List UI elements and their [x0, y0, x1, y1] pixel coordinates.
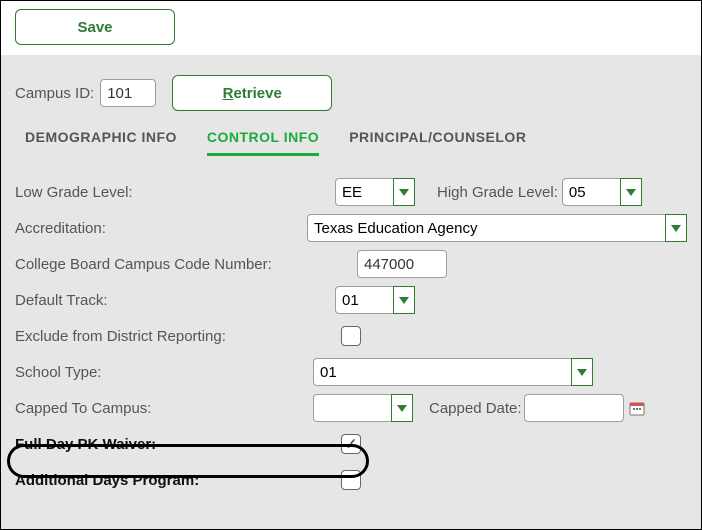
capped-to-campus-label: Capped To Campus:	[15, 400, 313, 417]
high-grade-dropdown[interactable]	[620, 178, 642, 206]
accreditation-dropdown[interactable]	[665, 214, 687, 242]
low-grade-dropdown[interactable]	[393, 178, 415, 206]
capped-to-campus-dropdown[interactable]	[391, 394, 413, 422]
tab-control-info[interactable]: CONTROL INFO	[207, 129, 319, 156]
default-track-input[interactable]	[335, 286, 393, 314]
high-grade-label: High Grade Level:	[437, 184, 558, 201]
college-board-label: College Board Campus Code Number:	[15, 256, 357, 273]
tab-principal-counselor[interactable]: PRINCIPAL/COUNSELOR	[349, 129, 526, 156]
campus-id-input[interactable]	[100, 79, 156, 107]
low-grade-label: Low Grade Level:	[15, 184, 335, 201]
capped-date-label: Capped Date:	[429, 400, 522, 417]
accreditation-input[interactable]	[307, 214, 665, 242]
exclude-district-checkbox[interactable]	[341, 326, 361, 346]
college-board-input[interactable]	[357, 250, 447, 278]
calendar-icon[interactable]	[628, 399, 646, 417]
accreditation-label: Accreditation:	[15, 220, 307, 237]
capped-to-campus-input[interactable]	[313, 394, 391, 422]
school-type-dropdown[interactable]	[571, 358, 593, 386]
additional-days-checkbox[interactable]	[341, 470, 361, 490]
high-grade-input[interactable]	[562, 178, 620, 206]
full-day-pk-label: Full Day PK Waiver:	[15, 436, 341, 453]
exclude-district-label: Exclude from District Reporting:	[15, 328, 341, 345]
default-track-label: Default Track:	[15, 292, 335, 309]
capped-date-input[interactable]	[524, 394, 624, 422]
additional-days-label: Additional Days Program:	[15, 472, 341, 489]
tab-demographic-info[interactable]: DEMOGRAPHIC INFO	[25, 129, 177, 156]
full-day-pk-checkbox[interactable]	[341, 434, 361, 454]
school-type-input[interactable]	[313, 358, 571, 386]
save-button[interactable]: Save	[15, 9, 175, 45]
school-type-label: School Type:	[15, 364, 313, 381]
campus-id-label: Campus ID:	[15, 85, 94, 102]
low-grade-input[interactable]	[335, 178, 393, 206]
default-track-dropdown[interactable]	[393, 286, 415, 314]
retrieve-button[interactable]: Retrieve	[172, 75, 332, 111]
